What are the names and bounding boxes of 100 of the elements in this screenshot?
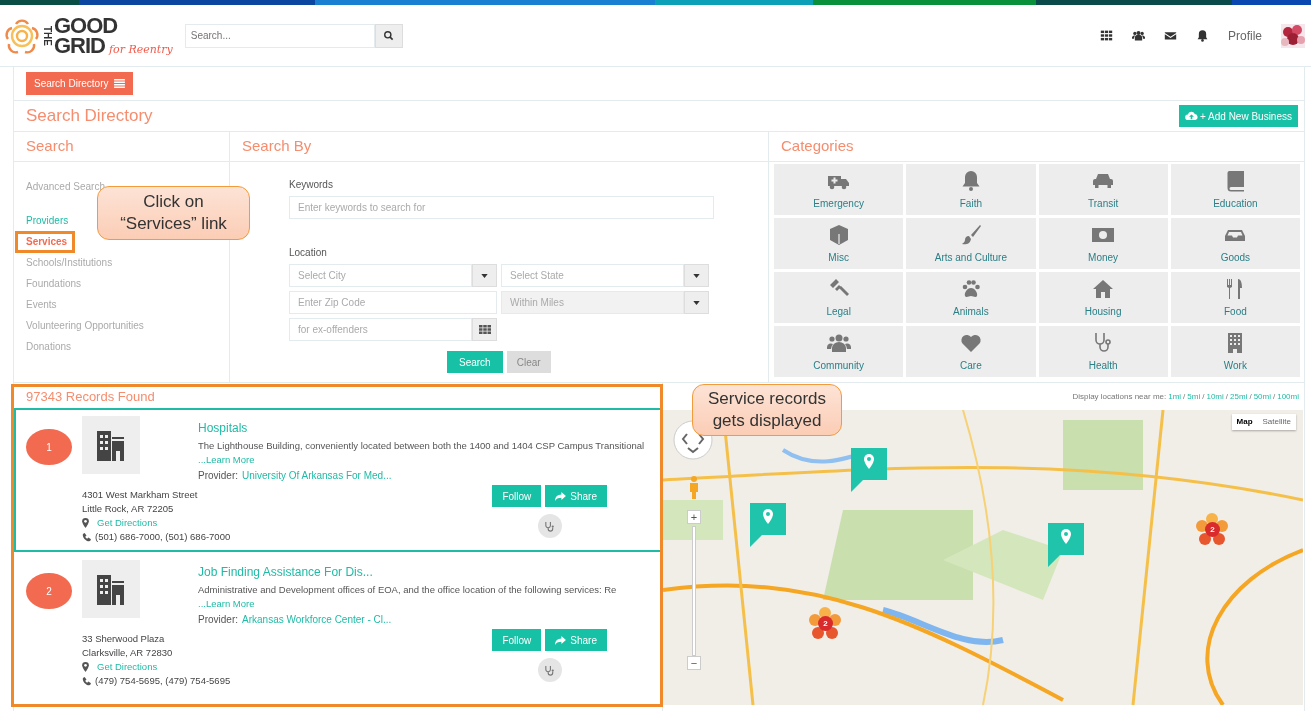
nav-link[interactable]: Schools/Institutions (26, 256, 113, 270)
share-button[interactable]: Share (545, 485, 607, 507)
separator-text: / (1272, 390, 1276, 403)
category-tile[interactable]: Goods (1170, 218, 1300, 269)
record-title[interactable]: Job Finding Assistance For Dis... (198, 563, 652, 581)
nav-link[interactable]: Events (26, 298, 57, 312)
distance-link[interactable]: 50mi (1253, 390, 1271, 403)
separator-text: / (1249, 390, 1252, 403)
separator-text: / (1183, 390, 1186, 403)
caret-icon (693, 300, 700, 305)
category-tile[interactable]: Housing (1038, 272, 1168, 323)
distance-link[interactable]: 5mi (1187, 390, 1201, 403)
zoom-out-button[interactable]: − (687, 656, 701, 670)
record-card[interactable] (14, 408, 662, 552)
grid-icon (478, 325, 491, 334)
apps-grid-icon[interactable] (1100, 29, 1113, 42)
distance-link[interactable]: 100mi (1277, 390, 1299, 403)
share-button[interactable]: Share (545, 629, 607, 651)
zoom-in-button[interactable]: + (687, 510, 701, 524)
menu-icon (114, 79, 126, 88)
logo-text: GRID (54, 35, 105, 56)
results-count: 97343 Records Found (25, 388, 156, 406)
learn-more-link[interactable]: ...Learn More (198, 453, 255, 468)
address-line: Little Rock, AR 72205 (82, 502, 175, 516)
nav-link[interactable]: Services (26, 235, 68, 249)
record-description: The Lighthouse Building, conveniently located between both the 1400 and 1404 CSP Campus Transitional (198, 439, 646, 453)
provider-label: Provider: (198, 612, 238, 627)
category-tile[interactable]: Education (1170, 164, 1300, 215)
envelope-icon[interactable] (1164, 29, 1177, 42)
follow-button[interactable]: Follow (492, 629, 542, 651)
map-type-button[interactable]: Map (1231, 414, 1258, 430)
category-tile[interactable]: Health (1038, 326, 1168, 377)
search-button[interactable]: Search (447, 351, 503, 373)
near-label: Display locations near me: (1072, 390, 1167, 403)
search-field[interactable]: Search... (184, 23, 375, 48)
directions-link[interactable]: Get Directions (97, 516, 158, 530)
grid-button[interactable] (472, 318, 497, 341)
location-pin-marker-icon[interactable] (1048, 523, 1084, 567)
callout: Service records gets displayed (692, 384, 842, 436)
category-tile[interactable]: Care (906, 326, 1036, 377)
category-tile[interactable]: Arts and Culture (906, 218, 1036, 269)
distance-link[interactable]: 1mi (1168, 390, 1182, 403)
address-line: 4301 West Markham Street (82, 488, 199, 502)
nav-link[interactable]: Foundations (26, 277, 82, 291)
map-type-button[interactable]: Satellite (1257, 414, 1296, 430)
category-tile[interactable]: Animals (906, 272, 1036, 323)
nav-link[interactable]: Providers (26, 214, 69, 228)
caret-icon (481, 273, 488, 278)
category-tile[interactable]: Emergency (774, 164, 904, 215)
clear-button[interactable]: Clear (506, 351, 551, 373)
record-number: 2 (26, 573, 72, 609)
nav-link[interactable]: Volunteering Opportunities (26, 319, 144, 333)
record-title[interactable]: Hospitals (198, 419, 652, 437)
provider-link[interactable]: University Of Arkansas For Med... (242, 467, 392, 483)
panel-title: Search (14, 132, 229, 162)
profile-link[interactable]: Profile (1228, 26, 1262, 45)
map-marker-icon (82, 518, 89, 528)
users-icon[interactable] (1132, 29, 1145, 42)
stethoscope-button[interactable] (537, 658, 562, 682)
address-line: Clarksville, AR 72830 (82, 646, 174, 660)
category-tile[interactable]: Faith (906, 164, 1036, 215)
phone-icon (82, 676, 91, 686)
stethoscope-button[interactable] (537, 514, 562, 538)
category-tile[interactable]: Money (1038, 218, 1168, 269)
bell-icon[interactable] (1196, 29, 1209, 42)
page-title: Search Directory (26, 105, 153, 128)
follow-button[interactable]: Follow (492, 485, 542, 507)
panel-title: Search By (230, 132, 768, 162)
separator-text: / (1225, 390, 1229, 403)
phone-number: (501) 686-7000, (501) 686-7000 (95, 530, 231, 544)
zip-field[interactable]: Enter Zip Code (289, 291, 497, 314)
location-pin-marker-icon[interactable] (750, 503, 786, 547)
search-button[interactable] (374, 23, 403, 48)
tag-field[interactable]: for ex-offenders (289, 318, 472, 341)
category-tile[interactable]: Work (1170, 326, 1300, 377)
category-tile[interactable]: Transit (1038, 164, 1168, 215)
distance-link[interactable]: 10mi (1206, 390, 1224, 403)
provider-link[interactable]: Arkansas Workforce Center - Cl... (242, 611, 392, 627)
logo-tagline: for Reentry (109, 42, 173, 56)
share-arrow-icon (555, 635, 567, 645)
category-tile[interactable]: Food (1170, 272, 1300, 323)
add-business-button[interactable]: + Add New Business (1179, 105, 1298, 127)
distance-link[interactable]: 25mi (1230, 390, 1248, 403)
nav-link[interactable]: Advanced Search (26, 180, 105, 194)
location-pin-marker-icon[interactable] (851, 448, 887, 492)
keywords-field[interactable]: Enter keywords to search for (289, 196, 714, 219)
directions-link[interactable]: Get Directions (97, 660, 158, 674)
nav-link[interactable]: Donations (26, 340, 72, 354)
category-tile[interactable]: Legal (774, 272, 904, 323)
category-tile[interactable]: Misc (774, 218, 904, 269)
provider-label: Provider: (198, 468, 238, 483)
cloud-upload-icon (1185, 111, 1198, 121)
search-icon (383, 30, 395, 41)
logo-text: GOOD (54, 15, 119, 36)
search-directory-button[interactable]: Search Directory (26, 72, 134, 95)
learn-more-link[interactable]: ...Learn More (198, 597, 255, 612)
logo-text: THE (42, 25, 53, 46)
category-tile[interactable]: Community (774, 326, 904, 377)
share-arrow-icon (555, 491, 567, 501)
field-label: Keywords (289, 178, 334, 192)
